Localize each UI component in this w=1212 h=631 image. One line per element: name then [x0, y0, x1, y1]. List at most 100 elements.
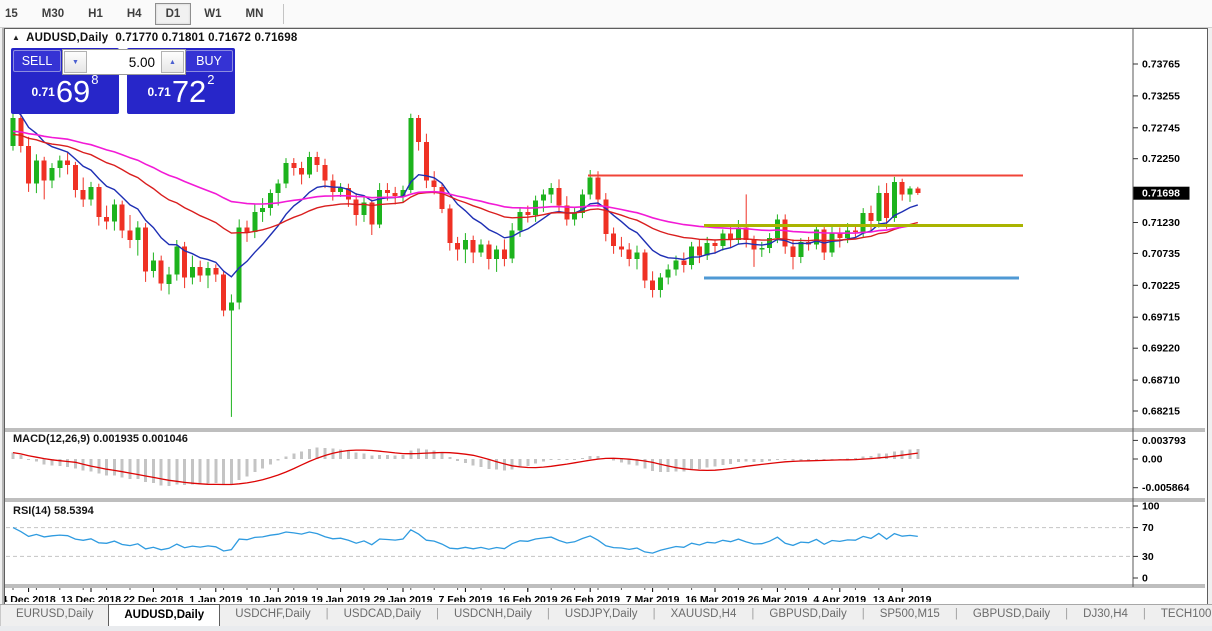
volume-value[interactable]: 5.00 — [88, 55, 160, 70]
bullish-candle — [665, 269, 671, 278]
bearish-candle — [556, 188, 562, 206]
bullish-candle — [33, 160, 39, 184]
date-axis-label: 13 Apr 2019 — [873, 594, 932, 602]
collapse-panel-icon[interactable]: ▲ — [12, 33, 20, 42]
macd-histogram-bar — [885, 453, 889, 459]
buy-price: 0.71722 — [127, 72, 235, 110]
macd-histogram-bar — [151, 459, 155, 484]
chart-tab-eurusd-daily[interactable]: EURUSD,Daily — [1, 605, 108, 626]
timeframe-button-h4[interactable]: H4 — [116, 3, 153, 25]
volume-decrease-button[interactable]: ▼ — [64, 51, 87, 73]
chart-canvas[interactable]: 0.737650.732550.727450.722500.712300.707… — [5, 29, 1205, 602]
timeframe-button-15[interactable]: 15 — [0, 3, 29, 25]
price-axis-label: 0.73255 — [1142, 90, 1180, 102]
bearish-candle — [884, 193, 890, 219]
bullish-candle — [189, 266, 195, 278]
macd-histogram-bar — [448, 457, 452, 459]
bullish-candle — [275, 183, 281, 194]
macd-histogram-bar — [456, 459, 460, 461]
macd-histogram-bar — [11, 452, 15, 459]
bullish-candle — [236, 227, 242, 303]
timeframe-button-m30[interactable]: M30 — [31, 3, 75, 25]
bearish-candle — [486, 244, 492, 259]
macd-histogram-bar — [261, 459, 265, 469]
macd-histogram-bar — [206, 459, 210, 484]
price-axis-label: 0.70225 — [1142, 280, 1180, 292]
macd-histogram-bar — [354, 452, 358, 459]
chart-tab-audusd-daily[interactable]: AUDUSD,Daily — [108, 604, 221, 626]
macd-pane-label: MACD(12,26,9) 0.001935 0.001046 — [13, 433, 188, 445]
bearish-candle — [501, 249, 507, 259]
bearish-candle — [626, 249, 632, 259]
macd-histogram-bar — [190, 459, 194, 485]
bearish-candle — [712, 243, 718, 247]
macd-histogram-bar — [346, 450, 350, 459]
bullish-candle — [845, 230, 851, 239]
chart-window: 0.73765 0.73255 0.72745 0.72250 0.71230 0.707… — [4, 28, 1208, 605]
bearish-candle — [423, 141, 429, 181]
rsi-pane-label: RSI(14) 58.5394 — [13, 505, 94, 517]
chart-tab-gbpusd-daily[interactable]: GBPUSD,Daily — [958, 605, 1065, 626]
macd-histogram-bar — [73, 459, 77, 469]
macd-histogram-bar — [112, 459, 116, 476]
sell-button[interactable]: SELL — [13, 50, 61, 72]
price-axis-label: 0.69715 — [1142, 312, 1180, 324]
bearish-candle — [431, 180, 437, 187]
bullish-candle — [517, 211, 523, 231]
timeframe-button-d1[interactable]: D1 — [154, 2, 192, 25]
timeframe-button-h1[interactable]: H1 — [77, 3, 114, 25]
macd-histogram-bar — [690, 459, 694, 470]
macd-histogram-bar — [237, 459, 241, 481]
macd-histogram-bar — [105, 459, 109, 476]
bullish-candle — [166, 274, 172, 284]
macd-histogram-bar — [526, 459, 530, 466]
timeframe-button-mn[interactable]: MN — [235, 3, 275, 25]
price-axis-label: 0.68215 — [1142, 406, 1180, 418]
chart-tab-usdjpy-daily[interactable]: USDJPY,Daily — [550, 605, 653, 626]
date-axis-label: 7 Feb 2019 — [439, 594, 493, 602]
buy-price-prefix: 0.71 — [147, 85, 171, 99]
chart-tab-usdcnh-daily[interactable]: USDCNH,Daily — [439, 605, 547, 626]
macd-histogram-bar — [42, 459, 46, 465]
chart-tab-gbpusd-daily[interactable]: GBPUSD,Daily — [754, 605, 861, 626]
chart-tab-usdchf-daily[interactable]: USDCHF,Daily — [220, 605, 325, 626]
macd-histogram-bar — [534, 459, 538, 464]
price-axis-label: 0.72745 — [1142, 122, 1180, 134]
bullish-candle — [111, 204, 117, 222]
chart-tab-usdcad-daily[interactable]: USDCAD,Daily — [329, 605, 436, 626]
bearish-candle — [72, 165, 78, 190]
macd-histogram-bar — [775, 459, 779, 460]
volume-increase-button[interactable]: ▲ — [161, 51, 184, 73]
macd-histogram-bar — [378, 455, 382, 459]
price-axis-label: 0.70735 — [1142, 248, 1180, 260]
timeframe-button-w1[interactable]: W1 — [193, 3, 232, 25]
chart-tab-sp500-m15[interactable]: SP500,M15 — [865, 605, 955, 626]
bullish-candle — [478, 244, 484, 253]
macd-histogram-bar — [144, 459, 148, 482]
chart-tab-xauusd-h4[interactable]: XAUUSD,H4 — [656, 605, 752, 626]
date-axis-label: 13 Dec 2018 — [61, 594, 121, 602]
macd-histogram-bar — [66, 459, 70, 467]
macd-histogram-bar — [463, 459, 467, 463]
bearish-candle — [439, 186, 445, 209]
macd-histogram-bar — [245, 459, 249, 477]
macd-histogram-bar — [713, 459, 717, 467]
macd-histogram-bar — [573, 459, 577, 460]
bearish-candle — [104, 216, 110, 222]
macd-histogram-bar — [167, 459, 171, 486]
rsi-axis-label: 70 — [1142, 522, 1154, 534]
macd-signal-line — [12, 449, 918, 486]
buy-button[interactable]: BUY — [185, 50, 233, 72]
bearish-candle — [392, 193, 398, 197]
macd-histogram-bar — [580, 458, 584, 459]
chart-tab-tech100-h1[interactable]: TECH100,H1 — [1146, 605, 1212, 626]
chart-tab-dj30-h4[interactable]: DJ30,H4 — [1068, 605, 1143, 626]
date-axis-label: 22 Dec 2018 — [123, 594, 183, 602]
macd-histogram-bar — [612, 459, 616, 461]
bullish-candle — [267, 193, 273, 209]
macd-histogram-bar — [729, 459, 733, 464]
bullish-candle — [829, 233, 835, 253]
bearish-candle — [782, 219, 788, 247]
bearish-candle — [455, 243, 461, 250]
macd-axis-label: 0.00 — [1142, 454, 1163, 466]
